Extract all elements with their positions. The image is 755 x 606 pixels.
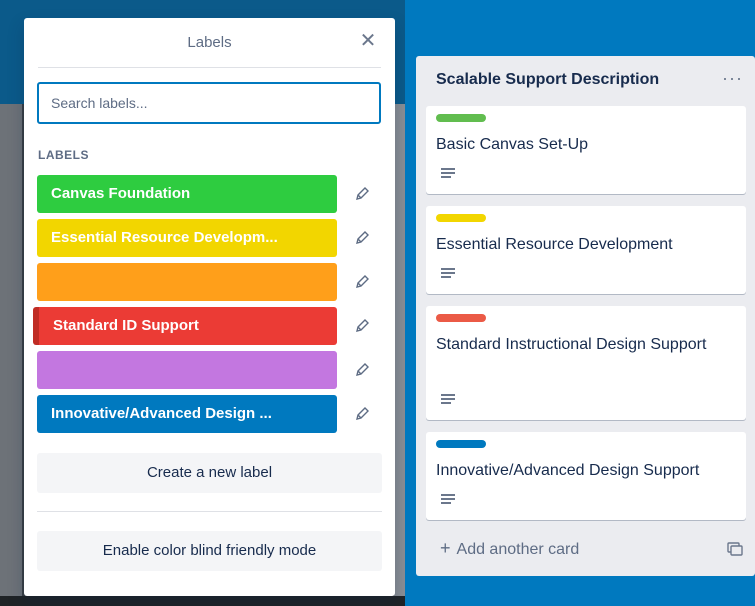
popover-title: Labels xyxy=(187,34,232,51)
card-label-green xyxy=(436,114,486,122)
colorblind-mode-button[interactable]: Enable color blind friendly mode xyxy=(37,531,382,571)
create-label-button[interactable]: Create a new label xyxy=(37,453,382,493)
card-label-red xyxy=(436,314,486,322)
card-label-yellow xyxy=(436,214,486,222)
search-labels-input[interactable] xyxy=(37,82,381,124)
pencil-icon[interactable] xyxy=(352,404,372,424)
label-chip-purple[interactable] xyxy=(37,351,337,389)
card-essential-resource[interactable]: Essential Resource Development xyxy=(426,206,746,294)
card-title: Basic Canvas Set-Up xyxy=(436,136,589,153)
card-title: Standard Instructional Design Support xyxy=(436,336,707,353)
pencil-icon[interactable] xyxy=(352,228,372,248)
pencil-icon[interactable] xyxy=(352,184,372,204)
label-row: Standard ID Support xyxy=(33,307,382,345)
board-list-behind xyxy=(0,104,22,606)
description-icon xyxy=(441,268,455,278)
label-chip-canvas-foundation[interactable]: Canvas Foundation xyxy=(37,175,337,213)
list-title[interactable]: Scalable Support Description xyxy=(436,71,659,89)
label-row xyxy=(37,263,382,301)
close-icon[interactable]: ✕ xyxy=(357,30,379,52)
card-innovative-design[interactable]: Innovative/Advanced Design Support xyxy=(426,432,746,520)
description-icon xyxy=(441,494,455,504)
pencil-icon[interactable] xyxy=(352,316,372,336)
label-row: Canvas Foundation xyxy=(37,175,382,213)
list-scalable-support: Scalable Support Description ··· Basic C… xyxy=(416,56,755,576)
add-card-label: Add another card xyxy=(456,541,580,558)
card-standard-instructional[interactable]: Standard Instructional Design Support xyxy=(426,306,746,420)
labels-section-heading: LABELS xyxy=(38,148,89,162)
labels-popover: Labels ✕ LABELS Canvas Foundation Essent… xyxy=(24,18,395,596)
label-row: Essential Resource Developm... xyxy=(37,219,382,257)
description-icon xyxy=(441,394,455,404)
label-chip-orange[interactable] xyxy=(37,263,337,301)
card-title: Innovative/Advanced Design Support xyxy=(436,462,700,479)
plus-icon: + xyxy=(440,538,451,558)
more-icon[interactable]: ··· xyxy=(722,68,743,89)
card-template-icon[interactable] xyxy=(727,542,743,556)
label-chip-innovative-design[interactable]: Innovative/Advanced Design ... xyxy=(37,395,337,433)
label-row: Innovative/Advanced Design ... xyxy=(37,395,382,433)
add-card-button[interactable]: + Add another card xyxy=(440,538,579,559)
pencil-icon[interactable] xyxy=(352,360,372,380)
card-basic-canvas[interactable]: Basic Canvas Set-Up xyxy=(426,106,746,194)
board-list-behind-right xyxy=(394,104,405,606)
card-title: Essential Resource Development xyxy=(436,236,673,253)
card-label-blue xyxy=(436,440,486,448)
board-bottom-strip xyxy=(0,596,405,606)
label-chip-standard-id-support[interactable]: Standard ID Support xyxy=(33,307,337,345)
popover-divider xyxy=(37,511,382,512)
description-icon xyxy=(441,168,455,178)
label-chip-essential-resource[interactable]: Essential Resource Developm... xyxy=(37,219,337,257)
popover-header: Labels ✕ xyxy=(38,18,381,68)
pencil-icon[interactable] xyxy=(352,272,372,292)
label-row xyxy=(37,351,382,389)
